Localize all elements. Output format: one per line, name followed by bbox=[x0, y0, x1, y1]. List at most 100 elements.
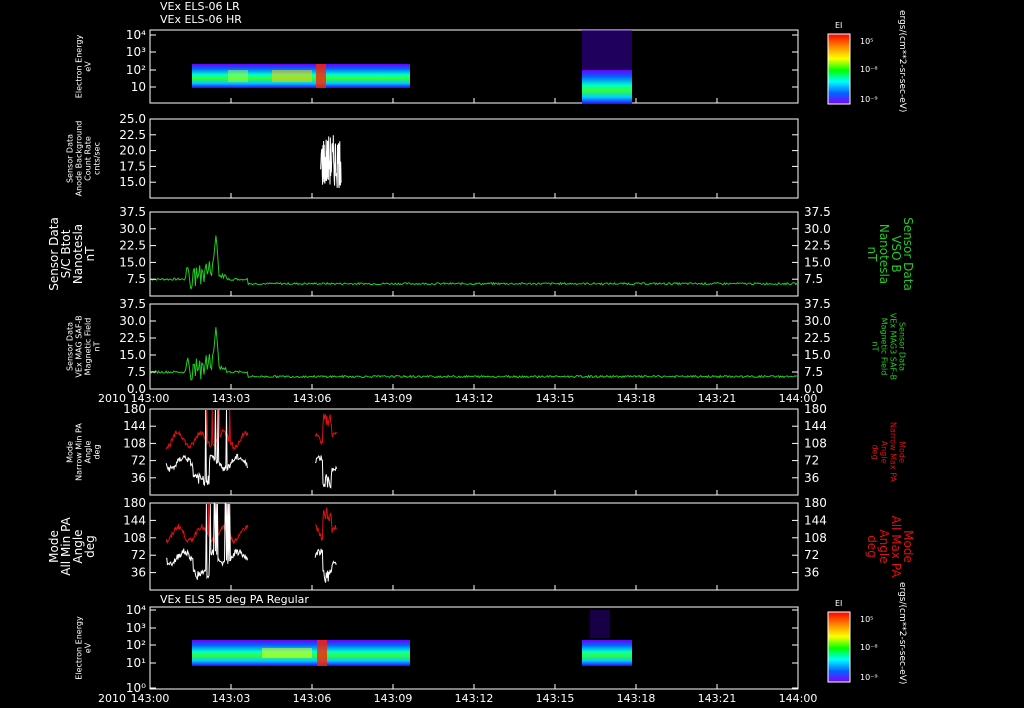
p6-min-pa-line-1 bbox=[314, 548, 337, 583]
p3-ytick-label: 30.0 bbox=[119, 222, 146, 236]
x-tick-label-upper: 143:09 bbox=[374, 392, 413, 405]
p5-ytick-label: 144 bbox=[123, 419, 146, 433]
p5-ytick-label: 108 bbox=[123, 436, 146, 450]
p6-ytick-label: 72 bbox=[131, 548, 146, 562]
x-tick-label-upper: 143:00 bbox=[131, 392, 170, 405]
p2-ytick-label: 20.0 bbox=[119, 144, 146, 158]
panel7-title: VEx ELS 85 deg PA Regular bbox=[160, 593, 309, 606]
p6-ytick-label: 144 bbox=[123, 513, 146, 527]
p5-ylabel-line: deg bbox=[93, 444, 102, 459]
p4-field-line bbox=[149, 327, 798, 381]
colorbar-top-label: EI bbox=[835, 21, 842, 30]
p5-ytick-label-right: 108 bbox=[804, 436, 827, 450]
colorbar-bottom-tick-3: 10⁻⁹ bbox=[860, 673, 878, 682]
p5-max-pa-line-1 bbox=[314, 413, 337, 445]
p4-ytick-label-right: 15.0 bbox=[804, 348, 831, 362]
p3-ytick-label: 7.5 bbox=[127, 272, 146, 286]
p3-ytick-label-right: 22.5 bbox=[804, 239, 831, 253]
p2-ytick-label: 22.5 bbox=[119, 128, 146, 142]
data-lines bbox=[149, 135, 798, 583]
colorbar-bottom-tick-2: 10⁻⁸ bbox=[860, 643, 878, 652]
p4-ytick-label: 15.0 bbox=[119, 348, 146, 362]
colorbar-top-tick-2: 10⁻⁸ bbox=[860, 65, 878, 74]
panel-5-frame bbox=[149, 408, 799, 496]
x-tick-label-lower: 144:00 bbox=[779, 692, 818, 705]
colorbar-bottom-gradient bbox=[827, 611, 851, 683]
p7-ytick-label: 10³ bbox=[126, 621, 146, 635]
p6-ytick-label: 36 bbox=[131, 566, 146, 580]
panel-frames bbox=[149, 29, 799, 690]
p2-count-line bbox=[320, 135, 342, 189]
spectrogram-1-sparse-b bbox=[582, 30, 632, 70]
p1-ytick-label: 10 bbox=[131, 80, 146, 94]
p3-ytick-label: 37.5 bbox=[119, 205, 146, 219]
p4-ytick-label-right: 37.5 bbox=[804, 297, 831, 311]
p2-ylabel-line: Sensor Data bbox=[66, 134, 75, 183]
spectrogram-7-sparse-b bbox=[590, 610, 610, 638]
p4-ytick-label-right: 7.5 bbox=[804, 365, 823, 379]
p4-ytick-label: 37.5 bbox=[119, 297, 146, 311]
p1-ytick-label: 10² bbox=[126, 63, 146, 77]
x-tick-label-lower: 143:18 bbox=[617, 692, 656, 705]
p4-ylabel-line: Magnetic Field bbox=[84, 318, 93, 376]
p4-ylabel-right-line: Magnetic Field bbox=[880, 318, 889, 376]
p7-ytick-label: 10² bbox=[126, 638, 146, 652]
p5-ylabel-right-line: Mode bbox=[898, 441, 907, 463]
p5-ytick-label-right: 144 bbox=[804, 419, 827, 433]
p2-ylabel-line: cnts/sec bbox=[93, 142, 102, 175]
spectrogram-7-hot-b bbox=[262, 648, 312, 658]
x-tick-label-upper: 143:21 bbox=[698, 392, 737, 405]
p7-ylabel-line: eV bbox=[84, 642, 93, 653]
p6-ytick-label-right: 144 bbox=[804, 513, 827, 527]
p5-ylabel-right-line: Narrow Max PA bbox=[889, 422, 898, 483]
x-tick-label-upper: 143:03 bbox=[212, 392, 251, 405]
panel-2-frame bbox=[149, 118, 799, 199]
x-tick-label-lower: 143:12 bbox=[455, 692, 494, 705]
spectrogram-1-band-b bbox=[582, 70, 632, 104]
p3-ytick-label-right: 30.0 bbox=[804, 222, 831, 236]
p2-ylabel-line: Count Rate bbox=[84, 136, 93, 181]
p2-ytick-label: 15.0 bbox=[119, 175, 146, 189]
p3-ytick-label-right: 7.5 bbox=[804, 272, 823, 286]
spectrogram-1-hot-a bbox=[316, 64, 326, 88]
colorbar-top: EI 10⁵ 10⁻⁸ 10⁻⁹ ergs/(cm**2-sr-sec-eV) bbox=[827, 10, 907, 112]
p4-ylabel-line: VEx MAG SAF-B bbox=[75, 315, 84, 377]
p2-ylabel-line: Anode Background bbox=[75, 121, 84, 197]
colorbar-bottom: EI 10⁵ 10⁻⁸ 10⁻⁹ ergs/(cm**2-sr-sec-eV) bbox=[827, 582, 907, 684]
colorbar-bottom-tick-1: 10⁵ bbox=[860, 615, 873, 624]
colorbar-top-unit: ergs/(cm**2-sr-sec-eV) bbox=[897, 10, 907, 112]
colorbar-bottom-unit: ergs/(cm**2-sr-sec-eV) bbox=[897, 582, 907, 684]
p6-min-pa-line-0 bbox=[165, 503, 249, 580]
x-tick-label-upper: 143:12 bbox=[455, 392, 494, 405]
spectrogram-7-hot-a bbox=[317, 640, 327, 666]
p3-ylabel-line: nT bbox=[83, 246, 97, 262]
p5-ylabel-right-line: Angle bbox=[880, 441, 889, 464]
p3-ytick-label: 22.5 bbox=[119, 239, 146, 253]
header-line-2: VEx ELS-06 HR bbox=[160, 13, 242, 26]
p7-ytick-label: 10⁴ bbox=[126, 603, 146, 617]
x-tick-label-lower: 143:15 bbox=[536, 692, 575, 705]
p4-ytick-label-right: 22.5 bbox=[804, 331, 831, 345]
x-tick-label-lower: 143:21 bbox=[698, 692, 737, 705]
spectrogram-1-hot-c bbox=[228, 70, 248, 82]
p6-ytick-label-right: 108 bbox=[804, 531, 827, 545]
p3-ytick-label-right: 37.5 bbox=[804, 205, 831, 219]
spectrogram-1 bbox=[192, 30, 632, 104]
p5-ylabel-line: Angle bbox=[84, 441, 93, 464]
p5-ylabel-right-line: deg bbox=[871, 444, 880, 459]
x-tick-label-upper: 143:18 bbox=[617, 392, 656, 405]
p5-ytick-label: 36 bbox=[131, 471, 146, 485]
p4-ytick-label: 22.5 bbox=[119, 331, 146, 345]
colorbar-bottom-label: EI bbox=[835, 599, 842, 608]
x-year-label-upper: 2010 bbox=[98, 392, 126, 405]
p5-min-pa-line-1 bbox=[314, 455, 338, 489]
mission-summary-plot: VEx ELS-06 LR VEx ELS-06 HR VEx ELS 85 d… bbox=[47, 0, 915, 705]
p5-ytick-label: 72 bbox=[131, 454, 146, 468]
p4-ytick-label: 30.0 bbox=[119, 314, 146, 328]
p4-ytick-label-right: 30.0 bbox=[804, 314, 831, 328]
axis-ticks bbox=[149, 34, 799, 689]
p3-ylabel-right-line: nT bbox=[865, 247, 879, 263]
p1-ylabel-line: Electron Energy bbox=[75, 35, 84, 99]
colorbar-top-tick-3: 10⁻⁹ bbox=[860, 95, 878, 104]
spectrogram-1-hot-b bbox=[272, 70, 312, 82]
